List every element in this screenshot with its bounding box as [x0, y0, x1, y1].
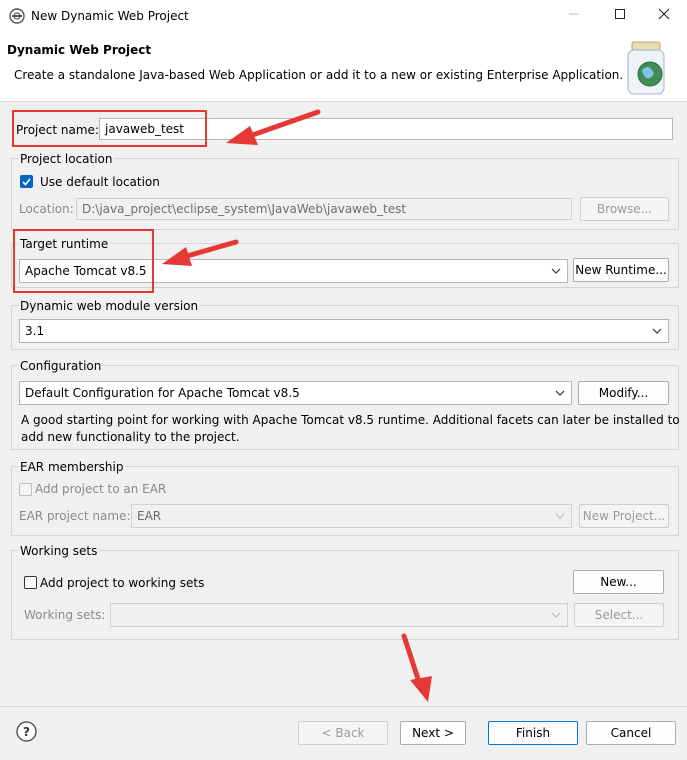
chevron-down-icon — [551, 268, 561, 274]
location-label: Location: — [19, 202, 74, 216]
page-title: Dynamic Web Project — [7, 43, 152, 57]
svg-text:?: ? — [23, 725, 30, 739]
new-runtime-button[interactable]: New Runtime... — [573, 258, 669, 282]
title-bar: New Dynamic Web Project — [0, 0, 687, 32]
close-icon — [658, 8, 670, 20]
browse-button[interactable]: Browse... — [580, 197, 669, 221]
module-version-label: Dynamic web module version — [18, 299, 201, 313]
configuration-description-line2: add new functionality to the project. — [21, 430, 240, 444]
chevron-down-icon — [555, 513, 565, 519]
use-default-location-checkbox[interactable] — [20, 175, 33, 188]
use-default-location-label: Use default location — [40, 175, 160, 189]
add-to-working-sets-label: Add project to working sets — [40, 576, 205, 590]
working-sets-field-label: Working sets: — [24, 608, 106, 622]
configuration-select[interactable]: Default Configuration for Apache Tomcat … — [19, 381, 572, 405]
back-button[interactable]: < Back — [298, 721, 388, 745]
configuration-value: Default Configuration for Apache Tomcat … — [25, 386, 300, 400]
ear-project-value: EAR — [137, 509, 162, 523]
finish-button[interactable]: Finish — [488, 721, 578, 745]
chevron-down-icon — [555, 390, 565, 396]
location-input[interactable]: D:\java_project\eclipse_system\JavaWeb\j… — [76, 198, 572, 220]
eclipse-icon — [9, 8, 25, 24]
chevron-down-icon — [652, 328, 662, 334]
new-working-set-button[interactable]: New... — [573, 570, 664, 594]
wizard-header: Dynamic Web Project Create a standalone … — [0, 32, 687, 102]
next-button[interactable]: Next > — [400, 721, 466, 745]
help-icon[interactable]: ? — [16, 721, 37, 742]
annotation-box-target-runtime — [13, 229, 154, 293]
cancel-button[interactable]: Cancel — [586, 721, 676, 745]
maximize-button[interactable] — [597, 0, 643, 32]
annotation-box-project-name — [12, 110, 207, 147]
window-title: New Dynamic Web Project — [31, 9, 189, 23]
minimize-button[interactable] — [551, 0, 597, 32]
add-to-working-sets-checkbox[interactable] — [24, 576, 37, 589]
ear-project-select[interactable]: EAR — [131, 504, 572, 528]
configuration-label: Configuration — [18, 359, 104, 373]
project-location-label: Project location — [18, 152, 115, 166]
add-to-ear-checkbox[interactable] — [19, 483, 32, 496]
module-version-value: 3.1 — [25, 324, 45, 338]
configuration-description-line1: A good starting point for working with A… — [21, 413, 680, 427]
chevron-down-icon — [551, 612, 561, 618]
close-button[interactable] — [641, 0, 687, 32]
ear-membership-label: EAR membership — [18, 460, 126, 474]
maximize-icon — [615, 9, 625, 19]
annotation-arrow-next — [401, 633, 432, 702]
web-project-jar-icon — [627, 41, 665, 95]
new-ear-project-button[interactable]: New Project... — [579, 504, 669, 528]
select-working-sets-button[interactable]: Select... — [574, 603, 664, 627]
add-to-ear-label: Add project to an EAR — [35, 482, 167, 496]
working-sets-select[interactable] — [110, 603, 568, 627]
minimize-icon — [569, 13, 579, 15]
module-version-select[interactable]: 3.1 — [19, 319, 669, 343]
modify-button[interactable]: Modify... — [578, 381, 669, 405]
page-description: Create a standalone Java-based Web Appli… — [14, 68, 624, 82]
ear-project-name-label: EAR project name: — [19, 509, 131, 523]
working-sets-label: Working sets — [18, 544, 100, 558]
checkmark-icon — [22, 178, 31, 186]
